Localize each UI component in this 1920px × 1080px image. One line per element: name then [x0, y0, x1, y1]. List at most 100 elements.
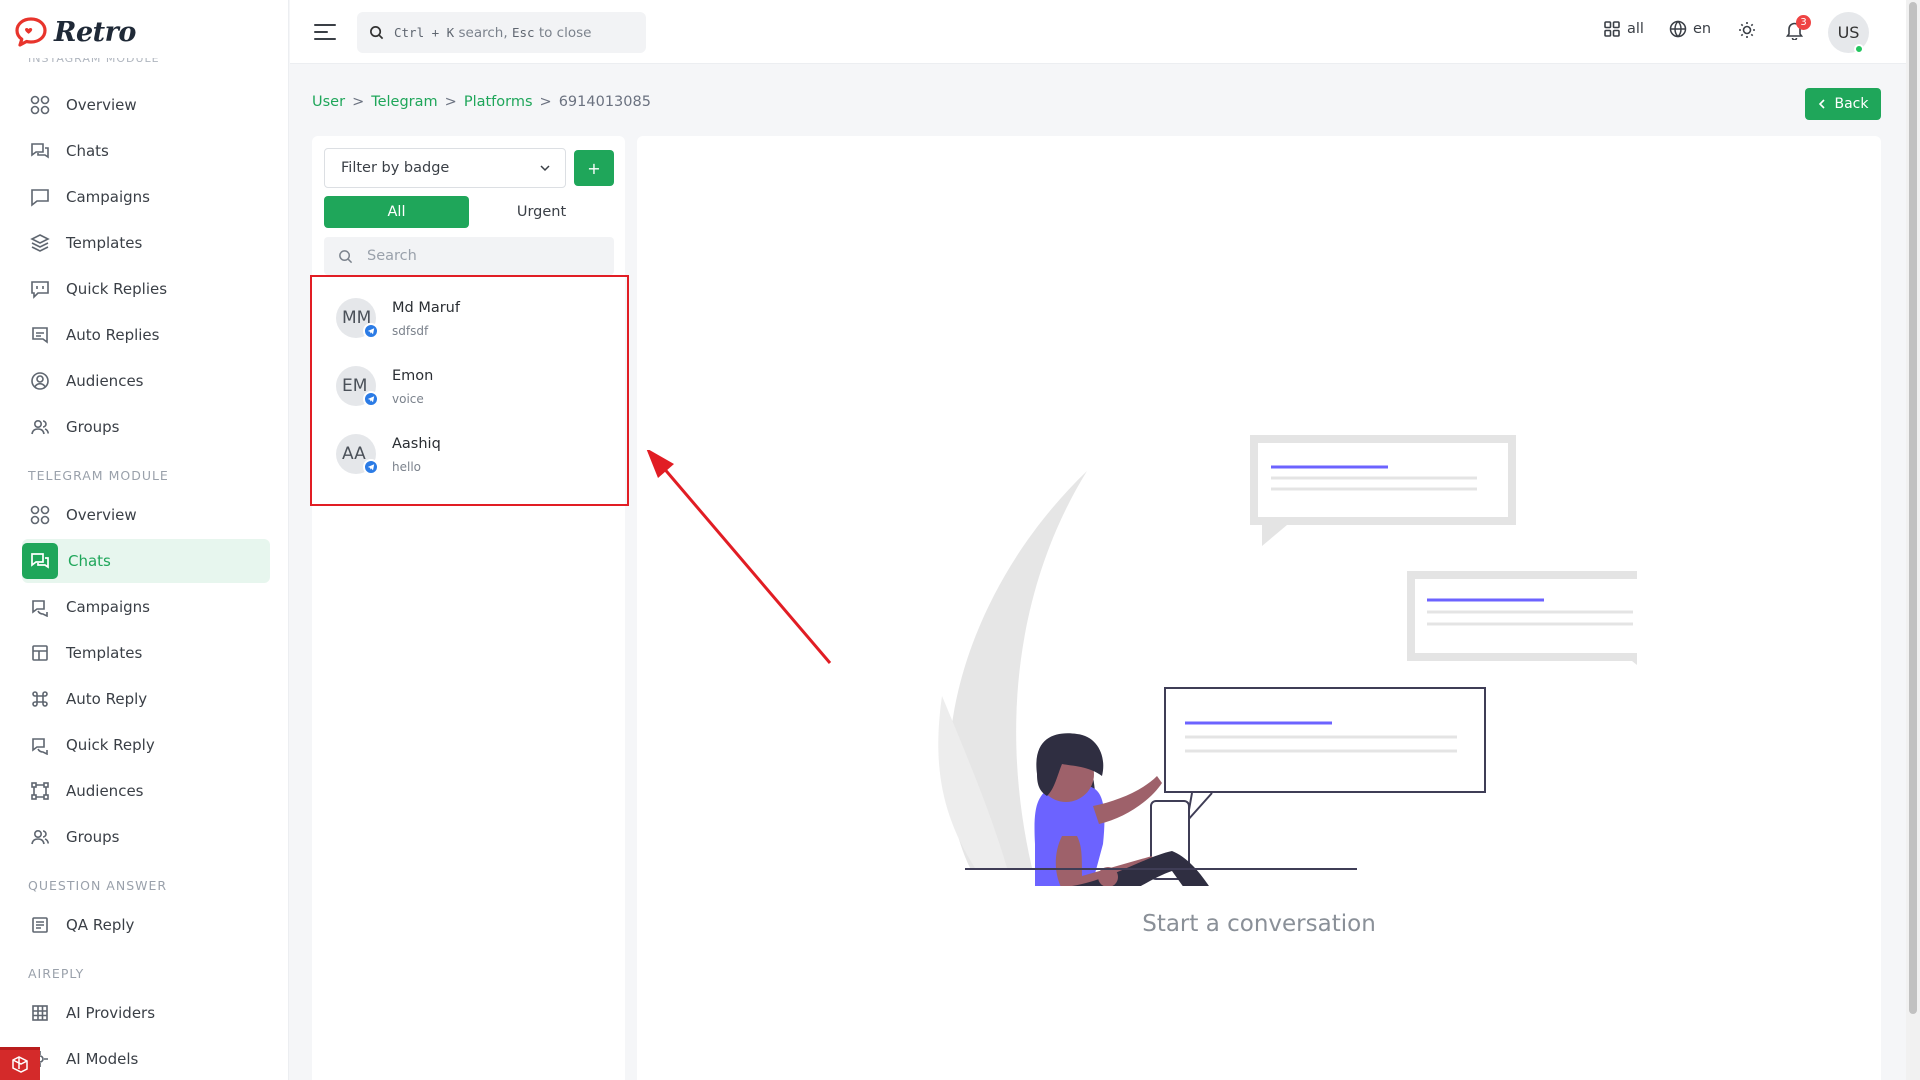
- apps-grid-icon: [1604, 21, 1620, 37]
- users-icon: [28, 825, 52, 849]
- chat-tabs: All Urgent: [324, 196, 614, 228]
- auto-reply-icon: [28, 323, 52, 347]
- sidebar-item-telegram-overview[interactable]: Overview: [22, 493, 270, 537]
- global-search[interactable]: Ctrl + K search, Esc to close: [357, 12, 646, 53]
- sidebar-item-instagram-chats[interactable]: Chats: [22, 129, 270, 173]
- sidebar-item-telegram-audiences[interactable]: Audiences: [22, 769, 270, 813]
- globe-icon: [1669, 20, 1687, 38]
- debug-bar-icon[interactable]: [0, 1047, 40, 1080]
- search-placeholder: Search: [367, 248, 417, 264]
- sidebar-item-label: Auto Reply: [66, 690, 148, 708]
- sidebar-item-label: Quick Reply: [66, 736, 155, 754]
- search-hint-text: search,: [458, 24, 508, 41]
- scrollbar-thumb[interactable]: [1909, 2, 1917, 1014]
- layout-icon: [28, 641, 52, 665]
- sidebar-item-label: Campaigns: [66, 188, 151, 206]
- empty-state-text: Start a conversation: [1142, 911, 1376, 937]
- menu-toggle-icon[interactable]: [314, 20, 336, 44]
- page-scrollbar[interactable]: [1906, 0, 1920, 1080]
- theme-toggle[interactable]: [1737, 20, 1757, 40]
- sidebar-item-qa-reply[interactable]: QA Reply: [22, 903, 270, 947]
- breadcrumb-separator: >: [444, 94, 457, 110]
- sidebar-item-telegram-chats[interactable]: Chats: [22, 539, 270, 583]
- sidebar-item-ai-models[interactable]: AI Models: [22, 1037, 270, 1080]
- notifications-button[interactable]: 3: [1785, 15, 1811, 40]
- sidebar-item-instagram-audiences[interactable]: Audiences: [22, 359, 270, 403]
- search-icon: [339, 249, 353, 263]
- breadcrumb: User > Telegram > Platforms > 6914013085: [312, 94, 651, 110]
- back-button-label: Back: [1834, 96, 1869, 112]
- sidebar-item-label: Campaigns: [66, 598, 151, 616]
- empty-conversation-illustration: [938, 435, 1637, 886]
- grid-circles-icon: [28, 503, 52, 527]
- nav-section-aireply: AIREPLY: [28, 966, 85, 981]
- annotation-arrow: [646, 450, 832, 664]
- sidebar-item-instagram-auto-replies[interactable]: Auto Replies: [22, 313, 270, 357]
- chat-bubble-logo-icon: [15, 17, 47, 47]
- table-icon: [28, 1001, 52, 1025]
- app-logo[interactable]: Retro: [14, 12, 136, 52]
- online-status-indicator: [1854, 44, 1864, 54]
- nav-section-qa: QUESTION ANSWER: [28, 878, 168, 893]
- sidebar-item-label: AI Providers: [66, 1004, 156, 1022]
- sidebar-item-telegram-auto-reply[interactable]: Auto Reply: [22, 677, 270, 721]
- sidebar-item-label: QA Reply: [66, 916, 135, 934]
- sidebar-item-instagram-quick-replies[interactable]: Quick Replies: [22, 267, 270, 311]
- sidebar-item-telegram-templates[interactable]: Templates: [22, 631, 270, 675]
- sidebar-item-label: Templates: [66, 234, 143, 252]
- sidebar-item-instagram-campaigns[interactable]: Campaigns: [22, 175, 270, 219]
- shortcut-key: Ctrl + K: [394, 24, 455, 40]
- nodes-icon: [28, 779, 52, 803]
- grid-circles-icon: [28, 93, 52, 117]
- breadcrumb-link-platforms[interactable]: Platforms: [464, 94, 533, 110]
- quick-reply-icon: [28, 277, 52, 301]
- sidebar-item-instagram-templates[interactable]: Templates: [22, 221, 270, 265]
- chat-search-input[interactable]: Search: [324, 237, 614, 275]
- add-badge-button[interactable]: +: [574, 150, 614, 186]
- shortcut-key: Esc: [511, 24, 535, 40]
- workspace-switcher[interactable]: all: [1603, 20, 1644, 38]
- breadcrumb-link-telegram[interactable]: Telegram: [371, 94, 437, 110]
- layers-icon: [28, 231, 52, 255]
- sidebar-item-label: Chats: [66, 142, 109, 160]
- sidebar-item-label: Audiences: [66, 372, 144, 390]
- language-switcher[interactable]: en: [1669, 20, 1711, 38]
- command-icon: [28, 687, 52, 711]
- nav-section-telegram: TELEGRAM MODULE: [28, 468, 169, 483]
- sidebar-item-ai-providers[interactable]: AI Providers: [22, 991, 270, 1035]
- sidebar-item-label: Overview: [66, 506, 137, 524]
- list-icon: [28, 913, 52, 937]
- breadcrumb-link-user[interactable]: User: [312, 94, 345, 110]
- message-square-icon: [28, 185, 52, 209]
- sidebar-item-label: Templates: [66, 644, 143, 662]
- sidebar-item-telegram-groups[interactable]: Groups: [22, 815, 270, 859]
- chat-icon: [28, 139, 52, 163]
- sidebar-item-telegram-campaigns[interactable]: Campaigns: [22, 585, 270, 629]
- badge-filter-select[interactable]: Filter by badge: [324, 148, 566, 188]
- filter-select-value: Filter by badge: [341, 160, 450, 176]
- chevron-down-icon: [540, 165, 550, 172]
- breadcrumb-current: 6914013085: [558, 94, 651, 110]
- annotation-highlight-box: [310, 275, 629, 506]
- breadcrumb-separator: >: [352, 94, 365, 110]
- back-button[interactable]: Back: [1805, 88, 1881, 120]
- user-circle-icon: [28, 369, 52, 393]
- breadcrumb-separator: >: [539, 94, 552, 110]
- workspace-label: all: [1627, 21, 1644, 37]
- users-icon: [28, 415, 52, 439]
- sidebar-item-telegram-quick-reply[interactable]: Quick Reply: [22, 723, 270, 767]
- notification-badge: 3: [1796, 15, 1811, 30]
- nav-section-instagram: INSTAGRAM MODULE: [28, 58, 160, 65]
- sidebar: Retro INSTAGRAM MODULE Overview Chats Ca…: [0, 0, 289, 1080]
- tab-urgent[interactable]: Urgent: [469, 196, 614, 228]
- sidebar-item-label: Auto Replies: [66, 326, 160, 344]
- tab-all[interactable]: All: [324, 196, 469, 228]
- sidebar-item-label: Groups: [66, 418, 120, 436]
- chat-icon: [22, 543, 58, 579]
- search-hint-text: to close: [538, 24, 592, 41]
- sidebar-item-instagram-overview[interactable]: Overview: [22, 83, 270, 127]
- sidebar-item-instagram-groups[interactable]: Groups: [22, 405, 270, 449]
- language-label: en: [1693, 21, 1712, 37]
- sun-icon: [1739, 22, 1755, 38]
- top-bar: Ctrl + K search, Esc to close all en 3 U…: [290, 0, 1920, 64]
